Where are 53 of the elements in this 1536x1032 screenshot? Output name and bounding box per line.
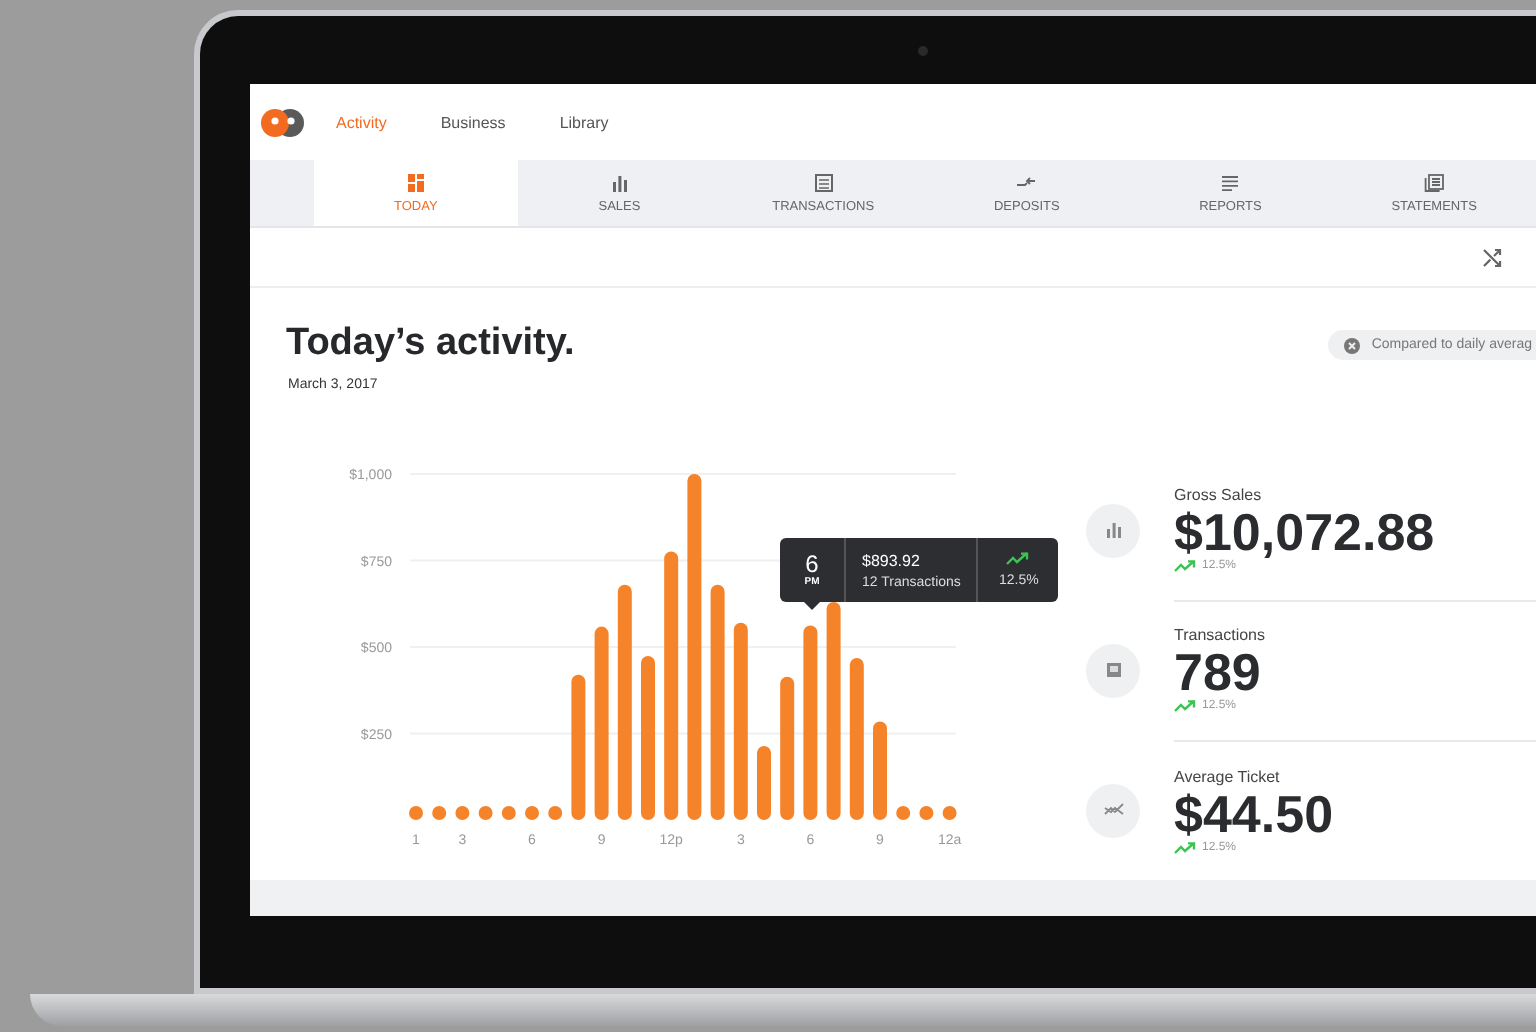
chart-bar[interactable] xyxy=(687,474,702,820)
chart-bar[interactable] xyxy=(664,551,679,820)
nav-link[interactable]: Activity xyxy=(336,113,387,131)
chart-bar[interactable] xyxy=(803,625,818,820)
nav-link[interactable]: Business xyxy=(440,113,506,131)
nav-link[interactable]: Library xyxy=(559,113,609,131)
chart-bar[interactable] xyxy=(525,806,539,820)
chart-bar[interactable] xyxy=(501,806,516,820)
chart-bar[interactable] xyxy=(478,806,493,820)
chart-bar[interactable] xyxy=(617,584,632,820)
chart-bar[interactable] xyxy=(757,745,771,820)
chart-bar[interactable] xyxy=(571,674,586,820)
stat-value: $44.50 xyxy=(1174,785,1336,841)
stat-label: Average Ticket xyxy=(1174,767,1282,785)
close-icon[interactable] xyxy=(1343,337,1360,353)
shuffle-icon[interactable] xyxy=(1482,247,1504,267)
logo-icon xyxy=(260,107,306,137)
trend-up-icon xyxy=(1174,560,1196,572)
tab-icon xyxy=(609,173,630,191)
chart-bar[interactable] xyxy=(826,602,841,820)
chart-bar[interactable] xyxy=(896,806,911,820)
tab-icon xyxy=(1016,173,1037,191)
tab-icon xyxy=(1220,173,1241,191)
trend-up-icon xyxy=(1174,841,1196,853)
trend-up-icon xyxy=(1174,700,1196,712)
tab-icon xyxy=(813,173,834,191)
chart-bar[interactable] xyxy=(873,721,887,820)
chart-bar[interactable] xyxy=(455,806,470,820)
chart-bar[interactable] xyxy=(409,806,423,820)
stat-label: Transactions xyxy=(1174,626,1267,644)
chart-bar[interactable] xyxy=(710,584,725,820)
camera-dot xyxy=(918,46,928,56)
stat-label: Gross Sales xyxy=(1174,486,1264,504)
trend-up-icon xyxy=(1006,552,1031,566)
chart-bar[interactable] xyxy=(942,806,957,820)
stat-value: 789 xyxy=(1174,644,1263,700)
stat-value: $10,072.88 xyxy=(1174,504,1437,560)
stat-icon xyxy=(1086,643,1140,697)
chart-bar[interactable] xyxy=(432,806,447,820)
tooltip-hour: 6 xyxy=(805,552,819,576)
tab-icon xyxy=(1424,173,1445,191)
chart-bar[interactable] xyxy=(733,622,748,820)
tab-icon xyxy=(405,173,426,191)
stat-icon xyxy=(1086,503,1140,557)
tooltip-amount: $893.92 xyxy=(862,551,922,569)
chart-bar[interactable] xyxy=(849,658,864,820)
chart-bar[interactable] xyxy=(780,676,795,820)
chart-bar[interactable] xyxy=(594,626,609,820)
chart-bar[interactable] xyxy=(641,656,655,820)
page-title: Today’s activity. xyxy=(286,320,575,368)
chart-bar[interactable] xyxy=(548,806,563,820)
chart-bar[interactable] xyxy=(919,806,934,820)
stat-icon xyxy=(1086,783,1140,837)
